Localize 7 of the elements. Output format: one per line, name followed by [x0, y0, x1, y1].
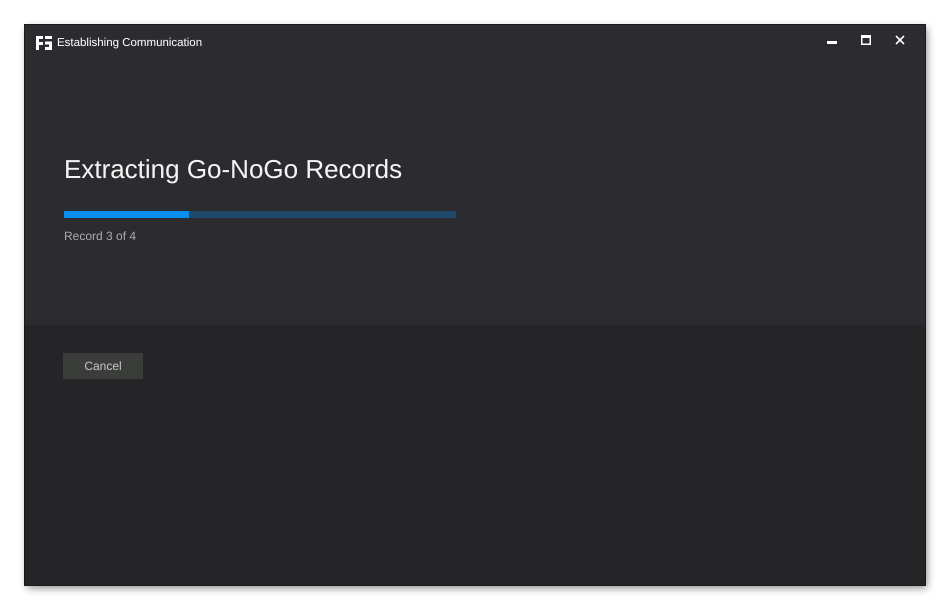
progress-status: Record 3 of 4 — [64, 229, 138, 243]
maximize-icon — [861, 35, 871, 45]
close-icon — [895, 35, 905, 45]
window-title: Establishing Communication — [57, 37, 202, 49]
app-logo-icon — [36, 36, 52, 50]
task-heading: Extracting Go-NoGo Records — [64, 153, 404, 185]
cancel-button[interactable]: Cancel — [63, 353, 143, 379]
